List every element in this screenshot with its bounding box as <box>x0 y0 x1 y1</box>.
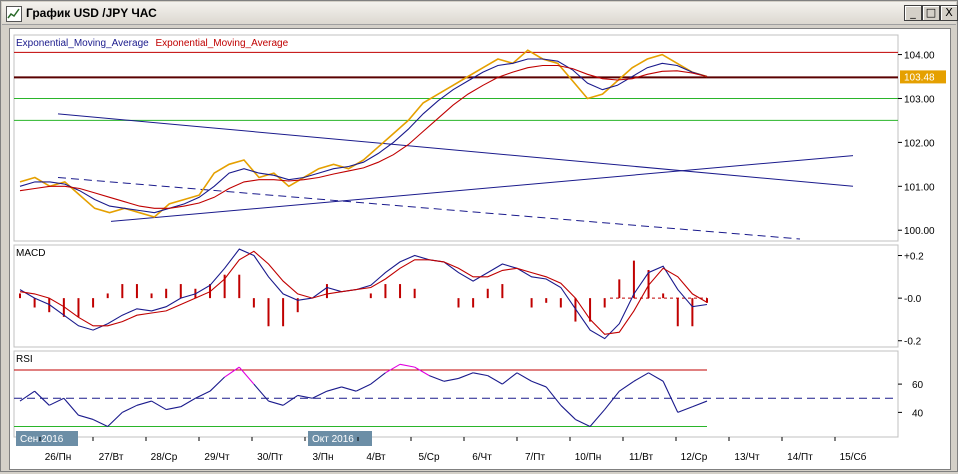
legend-ema-1: Exponential_Moving_Average <box>16 38 149 49</box>
price-y-tick-label: 104.00 <box>904 51 935 62</box>
x-tick-label: 30/Пт <box>257 452 283 463</box>
x-tick-label: 26/Пн <box>45 452 72 463</box>
month-label-sep: Сен 2016 <box>20 434 64 445</box>
macd-y-tick-label: +0.2 <box>904 252 924 263</box>
x-tick-label: 27/Вт <box>99 452 124 463</box>
rsi-panel-frame <box>13 350 899 438</box>
rsi-title: RSI <box>16 354 33 365</box>
x-tick-label: 15/Сб <box>840 451 867 463</box>
price-y-tick-label: 101.00 <box>904 182 935 193</box>
x-tick-label: 7/Пт <box>525 452 546 463</box>
chart-app-icon <box>6 6 22 22</box>
macd-y-tick-label: -0.2 <box>904 337 922 348</box>
x-tick-label: 29/Чт <box>204 452 230 463</box>
rsi-y-tick-label: 60 <box>912 380 924 391</box>
current-price-label: 103.48 <box>904 72 935 83</box>
chart-area[interactable]: Exponential_Moving_Average Exponential_M… <box>9 28 951 470</box>
legend-ema-2: Exponential_Moving_Average <box>155 38 288 49</box>
price-y-tick-label: 102.00 <box>904 138 935 149</box>
title-bar[interactable]: График USD /JPY ЧАС _ □ X <box>2 2 958 25</box>
macd-title: MACD <box>16 248 45 259</box>
x-tick-label: 4/Вт <box>366 452 386 463</box>
macd-panel-frame <box>13 244 899 348</box>
price-y-tick-label: 103.00 <box>904 94 935 105</box>
close-button[interactable]: X <box>940 5 958 21</box>
macd-y-tick-label: -0.0 <box>904 294 922 305</box>
chart-svg[interactable]: Exponential_Moving_Average Exponential_M… <box>10 29 950 469</box>
window-title: График USD /JPY ЧАС <box>26 6 157 20</box>
x-tick-label: 5/Ср <box>418 452 440 463</box>
maximize-button[interactable]: □ <box>922 5 940 21</box>
price-panel-frame <box>13 34 899 242</box>
x-tick-label: 6/Чт <box>472 452 492 463</box>
x-tick-label: 11/Вт <box>629 452 653 463</box>
rsi-y-tick-label: 40 <box>912 408 924 419</box>
x-tick-label: 3/Пн <box>312 452 333 463</box>
chart-window: График USD /JPY ЧАС _ □ X Exponential_Mo… <box>0 0 958 472</box>
x-tick-label: 14/Пт <box>787 452 813 463</box>
x-tick-label: 12/Ср <box>681 452 708 463</box>
x-tick-label: 13/Чт <box>734 452 760 463</box>
x-tick-label: 28/Ср <box>151 452 178 463</box>
price-y-tick-label: 100.00 <box>904 226 935 237</box>
x-tick-label: 10/Пн <box>575 452 602 463</box>
minimize-button[interactable]: _ <box>904 5 922 21</box>
time-axis: 26/Пн 27/Вт 28/Ср 29/Чт 30/Пт 3/Пн 4/Вт 5/Ср 6/Ч… <box>39 437 867 463</box>
month-label-oct: Окт 2016 <box>312 434 354 445</box>
